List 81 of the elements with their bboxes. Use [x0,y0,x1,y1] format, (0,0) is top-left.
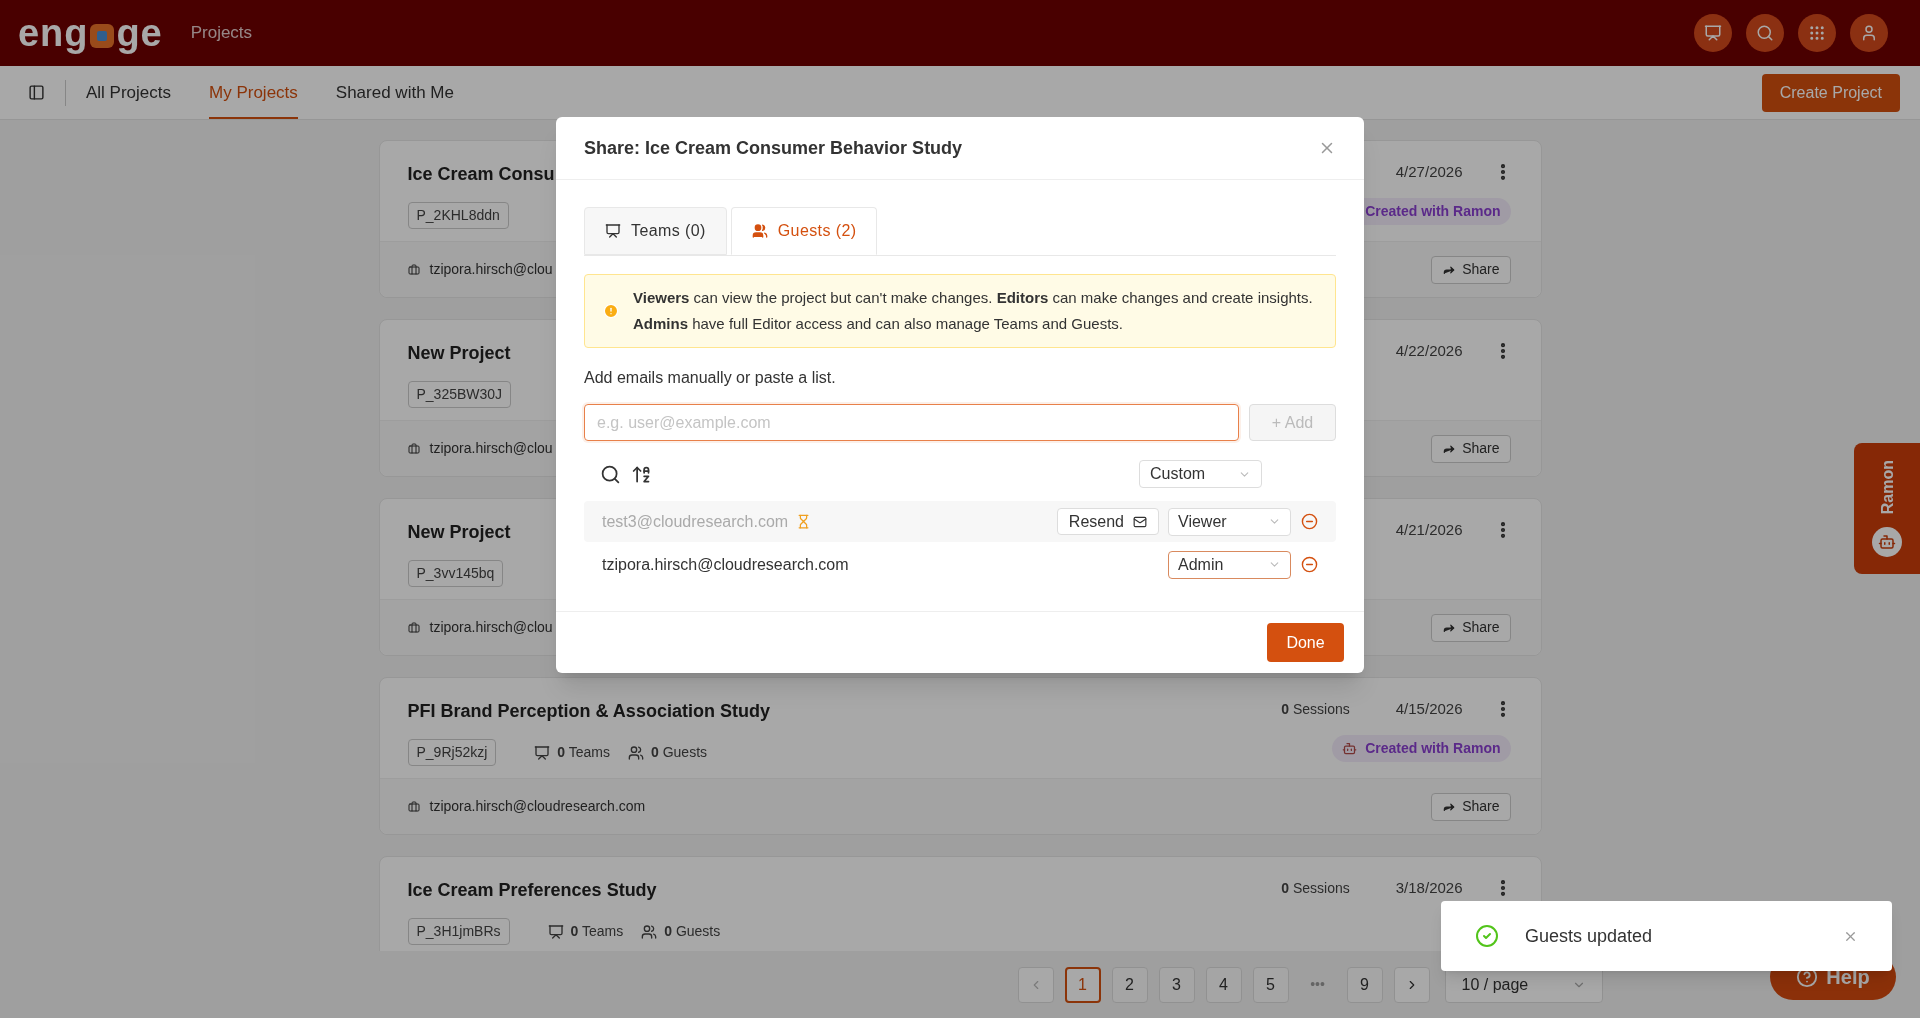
presentation-icon [1704,24,1722,42]
owner-email: tzipora.hirsch@cloudresearch.com [429,797,647,816]
guests-count: 0 Guests [651,743,708,762]
section-title: Projects [190,22,253,45]
project-id: P_325BW30J [407,381,512,408]
page-button[interactable]: 3 [1158,966,1195,1003]
ramon-badge: Created with Ramon [1332,734,1511,762]
guest-email: test3@cloudresearch.com [602,511,789,532]
robot-icon [1878,532,1896,551]
project-title[interactable]: PFI Brand Perception & Association Study [407,698,1282,725]
logo[interactable]: eng ge [18,4,163,62]
page-button[interactable]: 2 [1111,966,1148,1003]
project-date: 4/21/2026 [1395,520,1463,540]
nav-tab[interactable]: All Projects [86,66,172,119]
done-button[interactable]: Done [1267,623,1344,662]
owner-icon [407,621,420,634]
share-button[interactable]: Share [1431,613,1511,642]
dialog-title: Share: Ice Cream Consumer Behavior Study [584,136,963,160]
share-button[interactable]: Share [1431,255,1511,284]
page-button[interactable]: 1 [1064,966,1101,1003]
user-icon [1860,24,1878,42]
project-id: P_9Rj52kzj [407,739,497,766]
grid-icon [1808,24,1826,42]
sidebar-toggle-icon[interactable] [28,84,45,101]
notice-text: Viewers can view the project but can't make changes. Editors can make changes and create insights. Admins have full Editor access and can also manage Teams and Guests. [633,288,1314,334]
teams-button[interactable] [1694,14,1732,52]
project-date: 4/15/2026 [1395,699,1463,719]
page-button[interactable]: 5 [1252,966,1289,1003]
owner-icon [407,800,420,813]
role-select[interactable]: Viewer [1168,507,1291,536]
teams-icon [547,923,564,940]
share-button[interactable]: Share [1431,434,1511,463]
nav-tab[interactable]: Shared with Me [335,66,454,119]
search-button[interactable] [1746,14,1784,52]
guests-icon [641,923,658,940]
users-icon [751,223,768,239]
project-id: P_3vv145bq [407,560,504,587]
project-date: 3/18/2026 [1395,878,1463,898]
project-date: 4/27/2026 [1395,162,1463,182]
presentation-icon [605,223,621,239]
project-date: 4/22/2026 [1395,341,1463,361]
mail-icon [1133,514,1147,529]
guests-count: 0 Guests [664,922,721,941]
dialog-tab[interactable]: Teams (0) [584,207,727,255]
ramon-tab[interactable]: Ramon [1854,443,1920,574]
warning-icon [603,303,619,319]
guests-icon [628,744,644,761]
project-id: P_2KHL8ddn [407,202,509,229]
toast-message: Guests updated [1525,924,1653,948]
project-id: P_3H1jmBRs [407,918,510,945]
bulk-role-select[interactable]: Custom [1139,460,1262,488]
sessions-count: 0 Sessions [1281,699,1350,719]
sessions-count: 0 Sessions [1281,878,1350,898]
share-button[interactable]: Share [1431,792,1511,821]
page-ellipsis: ••• [1309,975,1326,994]
page-button[interactable]: 4 [1205,966,1242,1003]
owner-email: tzipora.hirsch@clou [429,260,554,279]
dialog-tab[interactable]: Guests (2) [730,207,878,255]
add-emails-label: Add emails manually or paste a list. [584,368,837,388]
guest-email: tzipora.hirsch@cloudresearch.com [602,554,849,575]
search-icon[interactable] [600,463,621,485]
owner-email: tzipora.hirsch@clou [429,439,554,458]
page-button[interactable]: 9 [1346,966,1383,1003]
owner-icon [407,442,420,455]
remove-icon[interactable] [1301,513,1318,530]
email-field[interactable]: e.g. user@example.com [584,404,1239,441]
search-icon [1756,24,1774,42]
teams-icon [534,744,551,761]
success-icon [1475,924,1499,948]
nav-tab[interactable]: My Projects [209,66,298,119]
create-project-button[interactable]: Create Project [1761,73,1900,112]
owner-icon [407,263,420,276]
profile-button[interactable] [1850,14,1888,52]
remove-icon[interactable] [1301,556,1318,573]
apps-button[interactable] [1798,14,1836,52]
resend-button[interactable]: Resend [1056,508,1159,535]
teams-count: 0 Teams [570,922,624,941]
owner-email: tzipora.hirsch@clou [429,618,554,637]
role-select[interactable]: Admin [1168,550,1291,579]
project-title[interactable]: Ice Cream Preferences Study [407,877,1282,904]
teams-count: 0 Teams [557,743,610,762]
